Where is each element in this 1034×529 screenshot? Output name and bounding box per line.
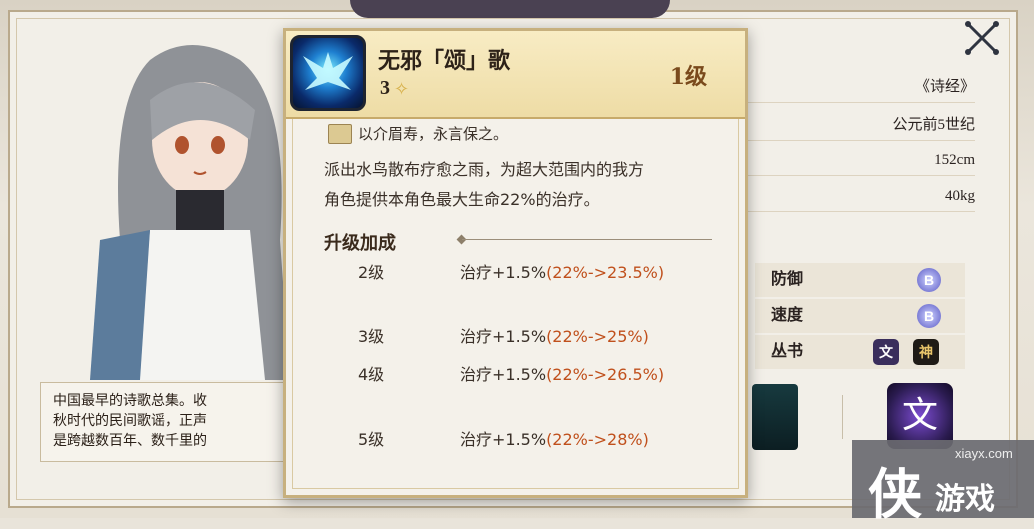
book-icon (328, 124, 352, 144)
info-height: 152cm (745, 145, 975, 176)
upgrade-change: (22%->28%) (546, 430, 649, 449)
close-button[interactable] (958, 14, 1006, 62)
info-weight: 40kg (745, 181, 975, 212)
description-line: 秋时代的民间歌谣，正声 (53, 413, 207, 429)
upgrade-change: (22%->26.5%) (546, 365, 665, 384)
upgrade-effect-text: 治疗+1.5% (460, 430, 547, 449)
upgrade-title: 升级加成 (324, 233, 396, 254)
upgrade-effect: 治疗+1.5%(22%->28%) (460, 426, 649, 454)
stat-row-defense: 防御 B (755, 263, 965, 297)
series-tag-wen[interactable]: 文 (873, 339, 899, 365)
upgrade-level: 2级 (358, 263, 385, 282)
skill-effect: 派出水鸟散布疗愈之雨，为超大范围内的我方 角色提供本角色最大生命22%的治疗。 (324, 155, 724, 215)
character-portrait (90, 45, 290, 380)
stat-label: 速度 (771, 307, 804, 324)
upgrade-effect: 治疗+1.5%(22%->25%) (460, 323, 649, 351)
upgrade-effect: 治疗+1.5%(22%->23.5%) (460, 259, 664, 287)
stat-row-speed: 速度 B (755, 299, 965, 333)
series-tag-shen[interactable]: 神 (913, 339, 939, 365)
grade-badge: B (917, 304, 941, 328)
skill-quote: 以介眉寿，永言保之。 (358, 125, 509, 143)
effect-line: 派出水鸟散布疗愈之雨，为超大范围内的我方 (324, 160, 645, 179)
watermark-url: xiayx.com (955, 446, 1013, 461)
description-line: 中国最早的诗歌总集。收 (53, 393, 207, 409)
watermark-logo: 侠 (868, 463, 922, 526)
upgrade-row: 3级 治疗+1.5%(22%->25%) (286, 323, 745, 351)
upgrade-change: (22%->23.5%) (546, 263, 665, 282)
bird-icon (303, 52, 353, 90)
divider (842, 395, 843, 439)
info-source: 《诗经》 (745, 72, 975, 103)
upgrade-row: 2级 治疗+1.5%(22%->23.5%) (286, 259, 745, 287)
stat-label: 丛书 (771, 343, 804, 360)
description-line: 是跨越数百年、数千里的 (53, 433, 207, 449)
upgrade-effect-text: 治疗+1.5% (460, 327, 547, 346)
skill-detail-popup: 无邪「颂」歌 3 ✧ 1级 以介眉寿，永言保之。 派出水鸟散布疗愈之雨，为超大范… (283, 28, 748, 498)
upgrade-level: 4级 (358, 365, 385, 384)
upgrade-effect: 治疗+1.5%(22%->26.5%) (460, 361, 664, 389)
watermark-text: 游戏 (935, 482, 995, 517)
upgrade-row: 5级 治疗+1.5%(22%->28%) (286, 426, 745, 454)
close-x-icon (965, 21, 999, 55)
skill-cost: 3 (380, 77, 390, 99)
effect-line: 角色提供本角色最大生命22%的治疗。 (324, 190, 600, 209)
skill-name: 无邪「颂」歌 (378, 48, 511, 74)
cost-icon: ✧ (394, 79, 410, 100)
stat-row-series: 丛书 文 神 (755, 335, 965, 369)
upgrade-effect-text: 治疗+1.5% (460, 365, 547, 384)
popup-header: 无邪「颂」歌 3 ✧ 1级 (286, 31, 745, 119)
skill-level: 1级 (669, 64, 707, 90)
info-era: 公元前5世纪 (745, 110, 975, 141)
skill-icon-portrait[interactable] (752, 384, 798, 450)
upgrade-row: 4级 治疗+1.5%(22%->26.5%) (286, 361, 745, 389)
upgrade-level: 3级 (358, 327, 385, 346)
grade-badge: B (917, 268, 941, 292)
skill-icon-bird[interactable] (290, 35, 366, 111)
upgrade-change: (22%->25%) (546, 327, 649, 346)
character-description: 中国最早的诗歌总集。收 秋时代的民间歌谣，正声 是跨越数百年、数千里的 (40, 382, 290, 462)
top-ornament (350, 0, 670, 18)
stat-label: 防御 (771, 271, 804, 288)
upgrade-level: 5级 (358, 430, 385, 449)
divider (462, 239, 712, 240)
upgrade-effect-text: 治疗+1.5% (460, 263, 547, 282)
